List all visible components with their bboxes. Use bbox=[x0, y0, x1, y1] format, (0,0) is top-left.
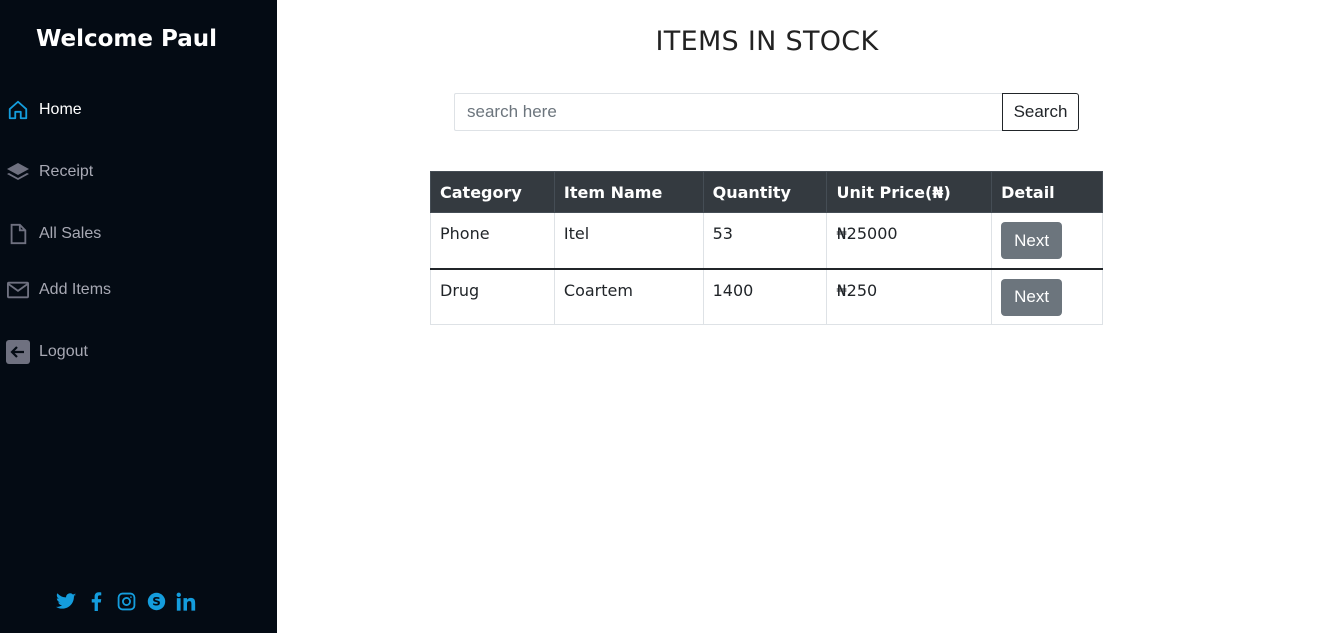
column-header: Category bbox=[430, 171, 555, 213]
cell-item-name: Coartem bbox=[553, 268, 704, 325]
cell-detail: Next bbox=[991, 212, 1103, 270]
linkedin-icon[interactable] bbox=[175, 590, 197, 612]
facebook-icon[interactable] bbox=[85, 590, 107, 612]
svg-text:S: S bbox=[152, 594, 161, 608]
nav-item-home[interactable]: Home bbox=[6, 95, 82, 125]
table-row: Drug Coartem 1400 ₦250 Next bbox=[430, 268, 1103, 325]
nav-item-label: Logout bbox=[39, 343, 88, 360]
cell-quantity: 53 bbox=[702, 212, 828, 270]
cell-unit-price: ₦25000 bbox=[826, 212, 993, 270]
search-input[interactable] bbox=[454, 93, 1002, 131]
column-header: Unit Price(₦) bbox=[826, 171, 993, 213]
search-button[interactable]: Search bbox=[1002, 93, 1079, 131]
page-title: ITEMS IN STOCK bbox=[655, 26, 879, 57]
next-button[interactable]: Next bbox=[1001, 222, 1063, 259]
nav-item-logout[interactable]: Logout bbox=[6, 337, 88, 367]
cell-item-name: Itel bbox=[553, 212, 704, 270]
cell-detail: Next bbox=[991, 268, 1103, 325]
nav-item-label: Add Items bbox=[39, 281, 112, 298]
table-row: Phone Itel 53 ₦25000 Next bbox=[430, 212, 1103, 270]
nav-item-label: Home bbox=[39, 101, 82, 118]
envelope-icon bbox=[6, 278, 30, 302]
nav-item-add-items[interactable]: Add Items bbox=[6, 275, 111, 305]
column-header: Detail bbox=[991, 171, 1103, 213]
column-header: Item Name bbox=[553, 171, 704, 213]
skype-icon[interactable]: S bbox=[145, 590, 167, 612]
arrow-left-square-icon bbox=[6, 340, 30, 364]
next-button[interactable]: Next bbox=[1001, 278, 1063, 316]
cell-quantity: 1400 bbox=[702, 268, 828, 325]
home-icon bbox=[6, 98, 30, 122]
layers-icon bbox=[6, 160, 30, 184]
nav-item-label: All Sales bbox=[39, 225, 102, 242]
stock-table: Category Item Name Quantity Unit Price(₦… bbox=[430, 171, 1103, 325]
sidebar: Welcome Paul Home Receipt All Sales Add … bbox=[0, 0, 277, 633]
welcome-heading: Welcome Paul bbox=[35, 26, 218, 52]
cell-category: Phone bbox=[430, 212, 555, 270]
nav-item-label: Receipt bbox=[39, 163, 94, 180]
cell-category: Drug bbox=[430, 268, 555, 325]
nav-item-receipt[interactable]: Receipt bbox=[6, 157, 93, 187]
cell-unit-price: ₦250 bbox=[826, 268, 993, 325]
table-header-row: Category Item Name Quantity Unit Price(₦… bbox=[430, 171, 1103, 213]
column-header: Quantity bbox=[702, 171, 828, 213]
file-icon bbox=[6, 222, 30, 246]
nav-item-all-sales[interactable]: All Sales bbox=[6, 219, 101, 249]
twitter-icon[interactable] bbox=[55, 590, 77, 612]
social-links: S bbox=[55, 590, 197, 612]
instagram-icon[interactable] bbox=[115, 590, 137, 612]
